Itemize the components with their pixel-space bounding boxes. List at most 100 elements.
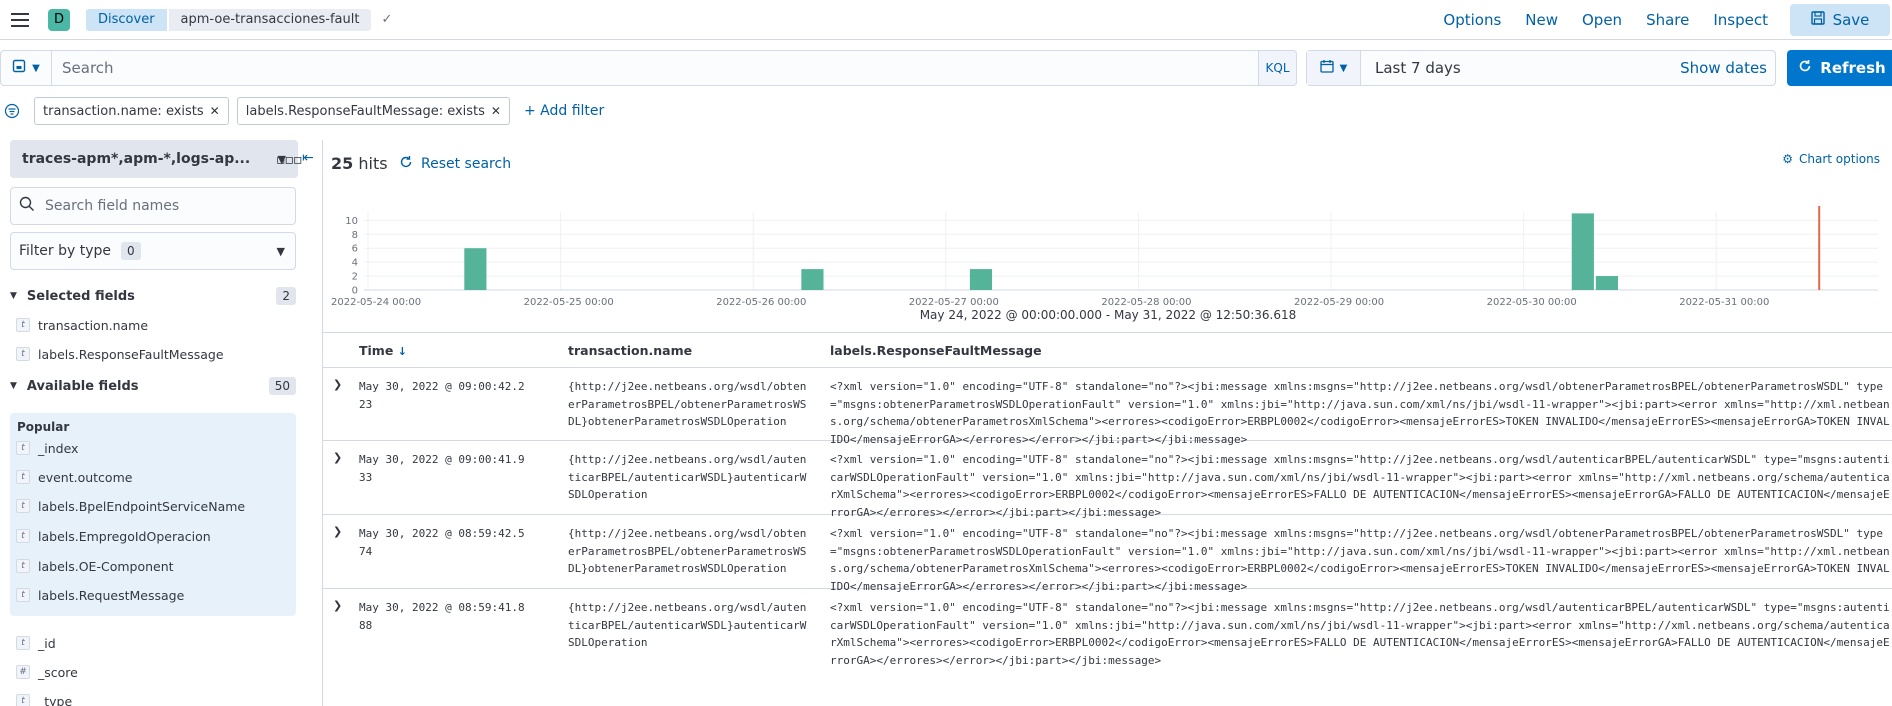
- date-range-label[interactable]: Last 7 days: [1375, 59, 1461, 77]
- open-link[interactable]: Open: [1570, 11, 1634, 29]
- histogram-bar[interactable]: [464, 248, 487, 290]
- field-item[interactable]: t _id: [16, 632, 56, 654]
- close-icon[interactable]: ✕: [210, 104, 220, 118]
- field-name: _score: [38, 664, 78, 680]
- y-tick-label: 10: [345, 216, 358, 227]
- histogram-bar[interactable]: [1571, 213, 1594, 290]
- field-name: labels.RequestMessage: [38, 587, 185, 603]
- histogram-chart[interactable]: 0 2 4 6 8 10 2022-05-24 00:00 2022-05-25 00:00 2…: [323, 198, 1892, 308]
- x-tick-label: 2022-05-31 00:00: [1679, 297, 1769, 308]
- column-header-response-fault-message[interactable]: labels.ResponseFaultMessage: [830, 343, 1042, 358]
- inspect-link[interactable]: Inspect: [1701, 11, 1780, 29]
- histogram-bar[interactable]: [1595, 276, 1618, 290]
- available-fields-label: Available fields: [26, 378, 139, 394]
- string-type-icon: t: [16, 559, 30, 573]
- available-fields-count: 50: [268, 377, 296, 395]
- field-name: labels.EmpregoIdOperacion: [38, 528, 211, 544]
- filter-bar: transaction.name: exists ✕ labels.Respon…: [0, 96, 1892, 126]
- filter-pill-transaction-name[interactable]: transaction.name: exists ✕: [34, 97, 229, 125]
- string-type-icon: t: [16, 636, 30, 650]
- expand-row-icon[interactable]: ❯: [333, 599, 342, 612]
- kql-toggle[interactable]: KQL: [1259, 50, 1297, 86]
- search-input[interactable]: Search: [52, 50, 1259, 86]
- field-item[interactable]: t labels.OE-Component: [16, 555, 174, 577]
- y-tick-label: 8: [352, 230, 358, 241]
- chart-time-range: May 24, 2022 @ 00:00:00.000 - May 31, 20…: [919, 308, 1297, 322]
- chart-options-label: Chart options: [1799, 152, 1880, 166]
- reset-search-button[interactable]: Reset search: [399, 155, 511, 173]
- check-chevron-icon[interactable]: ✓: [381, 12, 392, 27]
- sort-down-icon[interactable]: ↓: [398, 345, 407, 358]
- refresh-button[interactable]: Refresh: [1787, 50, 1892, 86]
- more-options-icon[interactable]: ▫▫▫: [276, 152, 302, 168]
- chart-options-button[interactable]: ⚙ Chart options: [1782, 152, 1880, 166]
- date-picker: ▼ Last 7 days Show dates: [1306, 50, 1776, 86]
- histogram-bar[interactable]: [969, 269, 993, 290]
- field-item[interactable]: t _index: [16, 437, 78, 459]
- field-item[interactable]: # _score: [16, 661, 78, 683]
- field-item[interactable]: t transaction.name: [16, 314, 148, 336]
- column-header-transaction-name[interactable]: transaction.name: [568, 343, 692, 358]
- string-type-icon: t: [16, 318, 30, 332]
- menu-button[interactable]: [0, 0, 40, 40]
- app-header: D Discover apm-oe-transacciones-fault ✓ …: [0, 0, 1892, 40]
- field-name: _id: [38, 635, 56, 651]
- field-search-input[interactable]: Search field names: [10, 187, 296, 225]
- x-tick-label: 2022-05-25 00:00: [524, 297, 614, 308]
- cell-time: May 30, 2022 @ 09:00:41.933: [359, 453, 525, 484]
- close-icon[interactable]: ✕: [491, 104, 501, 118]
- filter-pill-label: labels.ResponseFaultMessage: exists: [245, 103, 485, 119]
- field-name: labels.OE-Component: [38, 558, 174, 574]
- cell-response-fault-message: <?xml version="1.0" encoding="UTF-8" sta…: [830, 380, 1890, 446]
- filter-by-type-button[interactable]: Filter by type 0 ▼: [10, 232, 296, 270]
- available-fields-header[interactable]: ▼ Available fields 50: [10, 375, 296, 397]
- chevron-down-icon: ▼: [10, 291, 17, 301]
- string-type-icon: t: [16, 694, 30, 706]
- column-header-time[interactable]: Time ↓: [359, 343, 407, 358]
- show-dates-link[interactable]: Show dates: [1680, 59, 1767, 77]
- cell-transaction-name: {http://j2ee.netbeans.org/wsdl/autentica…: [568, 601, 807, 649]
- expand-row-icon[interactable]: ❯: [333, 525, 342, 538]
- save-icon: [1810, 11, 1825, 29]
- options-link[interactable]: Options: [1431, 11, 1513, 29]
- breadcrumb-discover[interactable]: Discover: [86, 8, 167, 31]
- x-tick-label: 2022-05-29 00:00: [1294, 297, 1384, 308]
- index-pattern-selector[interactable]: traces-apm*,apm-*,logs-ap... ▼: [10, 140, 298, 178]
- new-link[interactable]: New: [1513, 11, 1570, 29]
- space-avatar[interactable]: D: [48, 8, 70, 31]
- field-item[interactable]: t labels.RequestMessage: [16, 584, 184, 606]
- selected-fields-label: Selected fields: [26, 288, 135, 304]
- field-item[interactable]: t labels.ResponseFaultMessage: [16, 343, 224, 365]
- query-bar: ▼ Search KQL ▼ Last 7 days Show dates Re…: [0, 48, 1892, 88]
- refresh-label: Refresh: [1820, 59, 1886, 77]
- add-filter-button[interactable]: + Add filter: [524, 103, 604, 119]
- cell-transaction-name: {http://j2ee.netbeans.org/wsdl/obtenerPa…: [568, 527, 807, 575]
- quick-select-button[interactable]: ▼: [1307, 51, 1361, 85]
- field-name: _type: [38, 693, 73, 706]
- share-link[interactable]: Share: [1634, 11, 1701, 29]
- histogram-bar[interactable]: [801, 269, 824, 290]
- field-item[interactable]: t labels.EmpregoIdOperacion: [16, 525, 211, 547]
- string-type-icon: t: [16, 529, 30, 543]
- hits-counter: 25 hits: [331, 154, 388, 173]
- string-type-icon: t: [16, 588, 30, 602]
- expand-row-icon[interactable]: ❯: [333, 378, 342, 391]
- chevron-down-icon: ▼: [10, 381, 17, 391]
- expand-row-icon[interactable]: ❯: [333, 451, 342, 464]
- x-tick-label: 2022-05-24 00:00: [331, 297, 421, 308]
- field-item[interactable]: t labels.BpelEndpointServiceName: [16, 495, 245, 517]
- field-item[interactable]: t _type: [16, 690, 72, 706]
- x-tick-label: 2022-05-26 00:00: [716, 297, 806, 308]
- collapse-sidebar-icon[interactable]: ⇤: [302, 150, 314, 166]
- saved-query-button[interactable]: ▼: [0, 50, 52, 86]
- selected-fields-header[interactable]: ▼ Selected fields 2: [10, 285, 296, 307]
- field-item[interactable]: t event.outcome: [16, 466, 132, 488]
- cell-time: May 30, 2022 @ 09:00:42.223: [359, 380, 525, 411]
- save-button[interactable]: Save: [1790, 4, 1890, 36]
- string-type-icon: t: [16, 499, 30, 513]
- filter-pill-response-fault-message[interactable]: labels.ResponseFaultMessage: exists ✕: [236, 97, 510, 125]
- chevron-down-icon: ▼: [1339, 62, 1348, 74]
- table-row: ❯ May 30, 2022 @ 08:59:41.888 {http://j2…: [323, 589, 1892, 706]
- discover-main: 25 hits Reset search ⚙ Chart options 0 2 4…: [322, 140, 1892, 706]
- filter-menu-icon[interactable]: [0, 97, 26, 125]
